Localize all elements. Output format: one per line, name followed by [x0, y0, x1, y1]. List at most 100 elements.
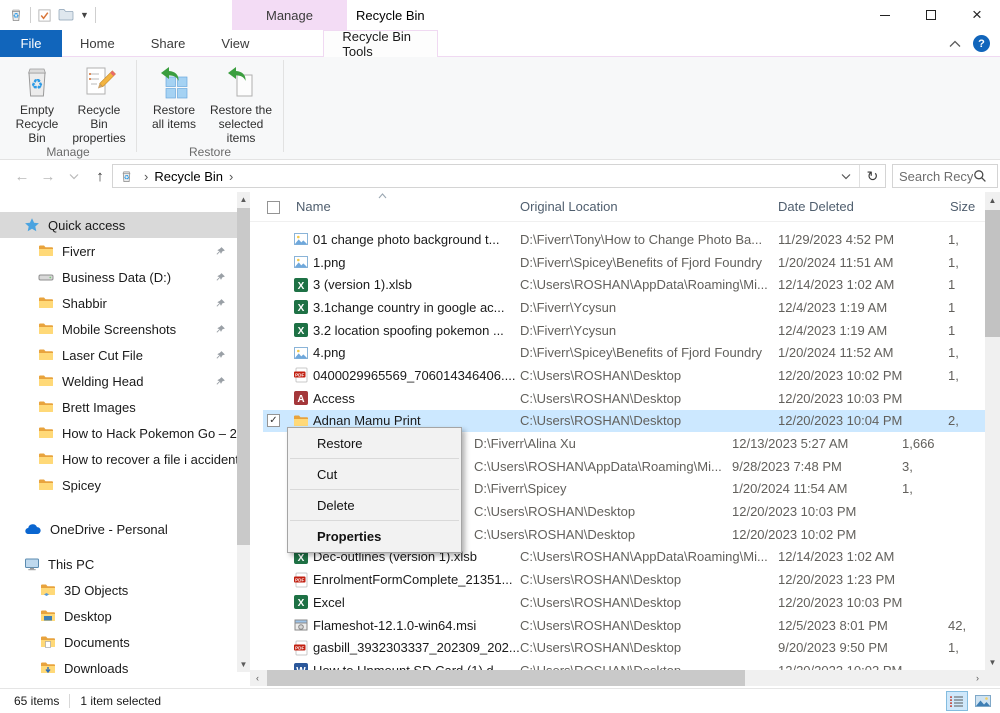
recent-locations-chevron-icon[interactable]: [62, 164, 86, 188]
horizontal-scrollbar[interactable]: ‹ ›: [250, 670, 985, 686]
image-icon: [293, 254, 313, 270]
collapse-ribbon-icon[interactable]: [949, 40, 961, 48]
folder-desktop-icon: [40, 608, 56, 624]
qat-checkmark-icon[interactable]: [37, 8, 52, 23]
file-row[interactable]: X3 (version 1).xlsbC:\Users\ROSHAN\AppDa…: [263, 273, 985, 296]
tab-home[interactable]: Home: [62, 30, 133, 57]
file-row[interactable]: PDFEnrolmentFormComplete_21351...C:\User…: [263, 568, 985, 591]
sidebar-item-spicey[interactable]: Spicey: [0, 472, 237, 498]
column-header-name[interactable]: Name: [296, 199, 331, 214]
sidebar-item-quick-access[interactable]: Quick access: [0, 212, 237, 238]
status-bar: 65 items 1 item selected: [0, 688, 1000, 713]
back-icon[interactable]: ←: [10, 164, 34, 188]
menu-item-restore[interactable]: Restore: [288, 430, 461, 456]
file-row[interactable]: 01 change photo background t...D:\Fiverr…: [263, 228, 985, 251]
column-header-original-location[interactable]: Original Location: [520, 199, 618, 214]
item-checkbox[interactable]: ✓: [267, 414, 280, 427]
refresh-icon[interactable]: ↻: [859, 165, 885, 187]
column-header-date-deleted[interactable]: Date Deleted: [778, 199, 854, 214]
vertical-scrollbar[interactable]: ▲ ▼: [985, 192, 1000, 670]
svg-text:A: A: [297, 394, 304, 405]
excel-icon: X: [293, 299, 313, 315]
scroll-left-icon[interactable]: ‹: [250, 670, 265, 686]
sidebar-scrollbar[interactable]: ▲ ▼: [237, 192, 250, 672]
sidebar-item-onedrive-personal[interactable]: OneDrive - Personal: [0, 516, 237, 542]
menu-item-properties[interactable]: Properties: [288, 523, 461, 549]
search-icon[interactable]: [973, 169, 987, 183]
file-row[interactable]: X3.1change country in google ac...D:\Fiv…: [263, 296, 985, 319]
column-header-size[interactable]: Size: [950, 199, 975, 214]
empty-recycle-bin-icon: ♻: [20, 65, 54, 99]
scroll-up-icon[interactable]: ▲: [237, 192, 250, 207]
sidebar-item-music[interactable]: ♪Music: [0, 681, 237, 688]
details-view-button[interactable]: [946, 691, 968, 711]
sidebar-item-shabbir[interactable]: Shabbir: [0, 290, 237, 316]
maximize-button[interactable]: [908, 0, 954, 30]
search-input[interactable]: [893, 169, 973, 184]
sidebar-item-welding-head[interactable]: Welding Head: [0, 368, 237, 394]
pin-icon: [214, 323, 227, 336]
address-dropdown-chevron-icon[interactable]: [833, 173, 859, 180]
file-original-location: C:\Users\ROSHAN\Desktop: [520, 595, 778, 610]
svg-text:♻: ♻: [13, 13, 19, 20]
horizontal-scrollbar-thumb[interactable]: [267, 670, 745, 686]
sidebar-item-laser-cut-file[interactable]: Laser Cut File: [0, 342, 237, 368]
ribbon: ♻Empty Recycle BinRecycle Bin properties…: [0, 57, 1000, 160]
sidebar-item-mobile-screenshots[interactable]: Mobile Screenshots: [0, 316, 237, 342]
forward-icon[interactable]: →: [36, 164, 60, 188]
sidebar-item-downloads[interactable]: Downloads: [0, 655, 237, 681]
sidebar-item-how-to-hack-pokemon-go-202[interactable]: How to Hack Pokemon Go – 202: [0, 420, 237, 446]
qat-folder-icon[interactable]: [58, 8, 74, 22]
sidebar-item-business-data-d[interactable]: Business Data (D:): [0, 264, 237, 290]
file-row[interactable]: PDFgasbill_3932303337_202309_202...C:\Us…: [263, 636, 985, 659]
file-date-deleted: 12/20/2023 10:03 PM: [778, 391, 948, 406]
file-row[interactable]: Flameshot-12.1.0-win64.msiC:\Users\ROSHA…: [263, 614, 985, 637]
sidebar-item-how-to-recover-a-file-i-accidenta[interactable]: How to recover a file i accidenta: [0, 446, 237, 472]
up-icon[interactable]: ↑: [88, 164, 112, 188]
tab-recycle-bin-tools[interactable]: Recycle Bin Tools: [323, 30, 438, 57]
qat-dropdown-caret-icon[interactable]: ▼: [80, 10, 89, 20]
close-button[interactable]: ×: [954, 0, 1000, 30]
file-row[interactable]: AAccessC:\Users\ROSHAN\Desktop12/20/2023…: [263, 387, 985, 410]
breadcrumb-segment[interactable]: Recycle Bin: [154, 169, 223, 184]
tab-share[interactable]: Share: [133, 30, 204, 57]
file-row[interactable]: 1.pngD:\Fiverr\Spicey\Benefits of Fjord …: [263, 251, 985, 274]
recycle-bin-properties-button[interactable]: Recycle Bin properties: [68, 61, 130, 145]
select-all-checkbox[interactable]: [267, 201, 280, 214]
address-box[interactable]: ♻ › Recycle Bin › ↻: [112, 164, 886, 188]
restore-the-selected-items-button[interactable]: Restore the selected items: [205, 61, 277, 145]
tab-view[interactable]: View: [203, 30, 267, 57]
menu-item-cut[interactable]: Cut: [288, 461, 461, 487]
scroll-down-icon[interactable]: ▼: [985, 654, 1000, 670]
thumbnail-view-button[interactable]: [972, 691, 994, 711]
image-icon: [293, 231, 313, 247]
sidebar-scrollbar-thumb[interactable]: [237, 208, 250, 545]
sidebar-item-this-pc[interactable]: This PC: [0, 551, 237, 577]
empty-recycle-bin-button[interactable]: ♻Empty Recycle Bin: [6, 61, 68, 145]
file-row[interactable]: 4.pngD:\Fiverr\Spicey\Benefits of Fjord …: [263, 341, 985, 364]
file-date-deleted: 12/20/2023 10:03 PM: [778, 595, 948, 610]
sidebar-item-brett-images[interactable]: Brett Images: [0, 394, 237, 420]
tab-file[interactable]: File: [0, 30, 62, 57]
breadcrumb-chevron-icon[interactable]: ›: [223, 169, 239, 184]
minimize-icon: [880, 15, 890, 16]
vertical-scrollbar-thumb[interactable]: [985, 210, 1000, 337]
sidebar-item-desktop[interactable]: Desktop: [0, 603, 237, 629]
file-original-location: C:\Users\ROSHAN\AppData\Roaming\Mi...: [520, 549, 778, 564]
file-row[interactable]: PDF0400029965569_706014346406....C:\User…: [263, 364, 985, 387]
file-row[interactable]: X3.2 location spoofing pokemon ...D:\Fiv…: [263, 319, 985, 342]
scroll-up-icon[interactable]: ▲: [985, 192, 1000, 208]
restore-all-items-button[interactable]: Restore all items: [143, 61, 205, 145]
menu-item-delete[interactable]: Delete: [288, 492, 461, 518]
breadcrumb-chevron-icon[interactable]: ›: [138, 169, 154, 184]
sidebar-item-fiverr[interactable]: Fiverr: [0, 238, 237, 264]
scroll-down-icon[interactable]: ▼: [237, 657, 250, 672]
file-date-deleted: 1/20/2024 11:54 AM: [732, 481, 902, 496]
help-icon[interactable]: ?: [973, 35, 990, 52]
sidebar-item-documents[interactable]: Documents: [0, 629, 237, 655]
sidebar-item-3d-objects[interactable]: 3D Objects: [0, 577, 237, 603]
minimize-button[interactable]: [862, 0, 908, 30]
file-name: 01 change photo background t...: [313, 232, 520, 247]
file-row[interactable]: XExcelC:\Users\ROSHAN\Desktop12/20/2023 …: [263, 591, 985, 614]
scroll-right-icon[interactable]: ›: [970, 670, 985, 686]
